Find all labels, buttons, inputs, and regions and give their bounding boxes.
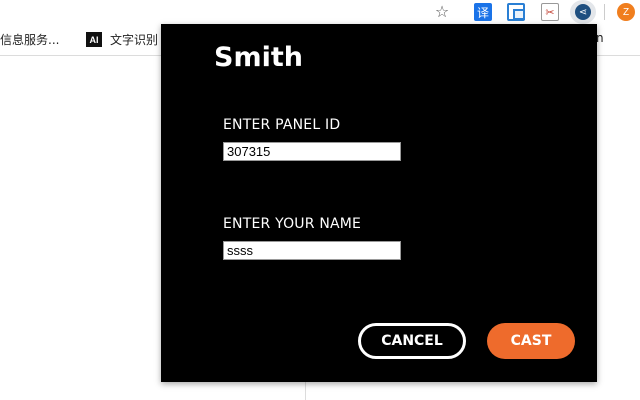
cast-popup: Smith ENTER PANEL ID ENTER YOUR NAME CAN… xyxy=(161,24,597,382)
panel-id-label: ENTER PANEL ID xyxy=(223,117,341,133)
name-input[interactable] xyxy=(223,241,401,260)
cast-button[interactable]: CAST xyxy=(487,323,575,359)
translate-icon[interactable]: 译 xyxy=(474,3,492,21)
dual-window-icon[interactable] xyxy=(507,3,525,21)
avatar[interactable]: Z xyxy=(617,3,635,21)
bookmark-item[interactable]: 信息服务... xyxy=(0,31,59,48)
star-icon[interactable]: ☆ xyxy=(432,2,452,22)
cancel-button[interactable]: CANCEL xyxy=(358,323,466,359)
share-icon-glyph: ⋖ xyxy=(575,4,591,20)
toolbar-divider xyxy=(604,4,605,20)
browser-screen: ☆ 译 ✂ ⋖ Z 信息服务... AI 文字识别 n Smith ENTER … xyxy=(0,0,640,400)
panel-id-input[interactable] xyxy=(223,142,401,161)
popup-title: Smith xyxy=(214,42,303,73)
scissors-icon[interactable]: ✂ xyxy=(541,3,559,21)
share-icon[interactable]: ⋖ xyxy=(570,0,596,24)
bookmark-item[interactable]: n xyxy=(596,31,604,45)
bookmark-item[interactable]: 文字识别 xyxy=(110,31,158,48)
name-label: ENTER YOUR NAME xyxy=(223,216,362,232)
browser-toolbar: ☆ 译 ✂ ⋖ Z xyxy=(0,0,640,24)
ai-bookmark-icon: AI xyxy=(86,32,102,47)
